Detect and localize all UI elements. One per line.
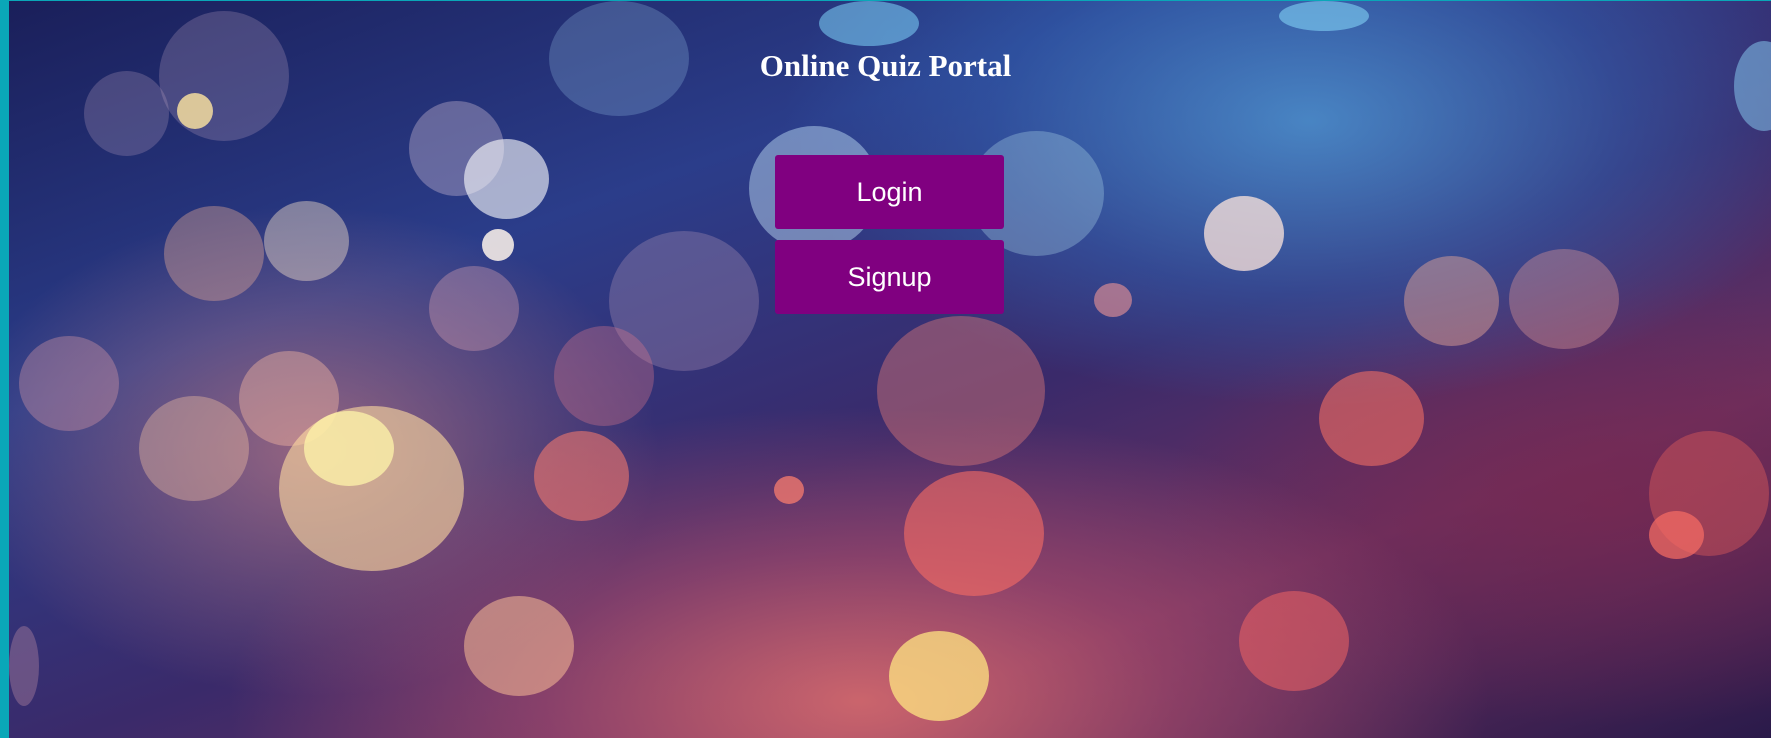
bokeh-circle [554, 326, 654, 426]
bokeh-circle [774, 476, 804, 504]
bokeh-circle [904, 471, 1044, 596]
bokeh-circle [9, 626, 39, 706]
bokeh-circle [877, 316, 1045, 466]
bokeh-circle [164, 206, 264, 301]
bokeh-circle [429, 266, 519, 351]
bokeh-circle [889, 631, 989, 721]
signup-button[interactable]: Signup [775, 240, 1004, 314]
bokeh-circle [264, 201, 349, 281]
bokeh-circle [304, 411, 394, 486]
bokeh-circle [1404, 256, 1499, 346]
bokeh-circle [534, 431, 629, 521]
bokeh-circle [1094, 283, 1132, 317]
bokeh-circle [482, 229, 514, 261]
bokeh-background [9, 1, 1771, 738]
bokeh-circle [19, 336, 119, 431]
bokeh-circle [1319, 371, 1424, 466]
bokeh-circle [464, 139, 549, 219]
bokeh-circle [1509, 249, 1619, 349]
login-button[interactable]: Login [775, 155, 1004, 229]
bokeh-circle [464, 596, 574, 696]
bokeh-circle [1204, 196, 1284, 271]
bokeh-circle [819, 1, 919, 46]
bokeh-circle [1239, 591, 1349, 691]
bokeh-circle [139, 396, 249, 501]
page-title: Online Quiz Portal [759, 48, 1012, 83]
bokeh-circle [1649, 511, 1704, 559]
bokeh-circle [177, 93, 213, 129]
bokeh-circle [1279, 1, 1369, 31]
